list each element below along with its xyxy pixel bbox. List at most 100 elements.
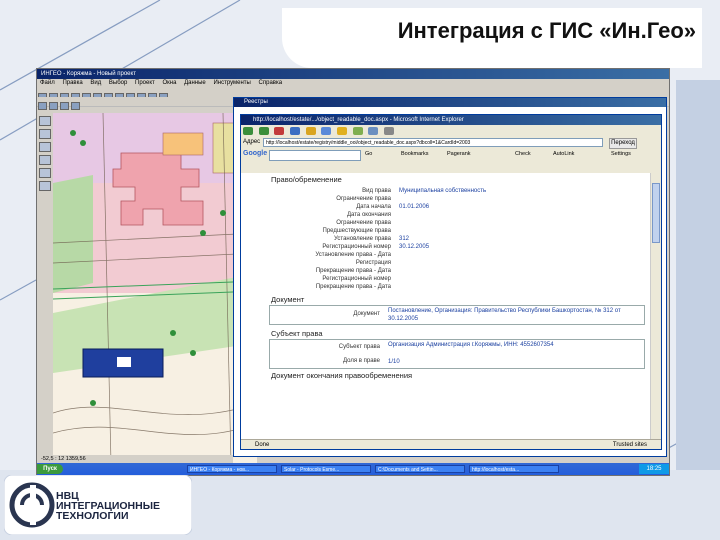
- home-icon[interactable]: [305, 127, 316, 135]
- table-row: Установление права 312: [269, 235, 639, 243]
- map-view[interactable]: [53, 113, 257, 463]
- end-section-title: Документ окончания правообременения: [271, 371, 413, 380]
- menu-item[interactable]: Справка: [259, 80, 283, 86]
- taskbar-clock: 18:25: [639, 464, 669, 474]
- stop-icon[interactable]: [274, 127, 285, 135]
- menu-item[interactable]: Файл: [40, 80, 55, 86]
- google-go-button[interactable]: Go: [365, 151, 372, 157]
- browser-title: http://localhost/estate/.../object_reada…: [241, 115, 661, 125]
- table-row: Дата окончания: [269, 211, 639, 219]
- status-zone: Trusted sites: [612, 442, 647, 448]
- forward-icon[interactable]: [258, 127, 269, 135]
- content-scrollbar[interactable]: [650, 173, 661, 439]
- field-label: Ограничение права: [336, 220, 391, 226]
- gis-window-title: ИНГЕО - Коряжма - Новый проект: [37, 69, 669, 79]
- field-label: Вид права: [362, 188, 391, 194]
- share-value: 1/10: [388, 359, 400, 365]
- google-bookmarks[interactable]: Bookmarks: [401, 151, 429, 157]
- browser-window: http://localhost/estate/.../object_reada…: [240, 114, 662, 450]
- start-button[interactable]: Пуск: [37, 464, 63, 474]
- google-check[interactable]: Check: [515, 151, 531, 157]
- status-text: Done: [255, 442, 270, 448]
- scrollbar-thumb[interactable]: [652, 183, 660, 243]
- document-section-title: Документ: [271, 295, 305, 304]
- document-label: Документ: [353, 311, 380, 317]
- zoom-icon[interactable]: [39, 142, 51, 152]
- field-label: Прекращение права - Дата: [315, 268, 391, 274]
- google-search-input[interactable]: [269, 150, 361, 161]
- document-content: Право/обременение Вид права Муниципальная…: [241, 173, 651, 439]
- field-label: Установление права - Дата: [315, 252, 391, 258]
- history-icon[interactable]: [352, 127, 363, 135]
- mail-icon[interactable]: [368, 127, 379, 135]
- google-settings[interactable]: Settings: [611, 151, 631, 157]
- table-row: Установление права - Дата: [269, 251, 639, 259]
- print-icon[interactable]: [384, 127, 395, 135]
- edit-icon[interactable]: [49, 102, 58, 110]
- map-tool-palette: [37, 113, 54, 463]
- company-name-line3: ТЕХНОЛОГИИ: [56, 510, 129, 522]
- field-label: Регистрация: [355, 260, 391, 266]
- polygon-icon[interactable]: [39, 155, 51, 165]
- table-row: Ограничение права: [269, 195, 639, 203]
- favorites-icon[interactable]: [337, 127, 348, 135]
- table-row: Вид права Муниципальная собственность: [269, 187, 639, 195]
- search-icon[interactable]: [321, 127, 332, 135]
- field-value: 01.01.2006: [399, 204, 430, 210]
- field-label: Прекращение права - Дата: [315, 284, 391, 290]
- share-label: Доля в праве: [343, 358, 380, 364]
- back-icon[interactable]: [243, 127, 253, 135]
- menu-item[interactable]: Правка: [62, 80, 82, 86]
- arrow-icon[interactable]: [39, 116, 51, 126]
- subject-box: Субъект права Организация Администрация …: [269, 339, 645, 369]
- point-icon[interactable]: [39, 181, 51, 191]
- taskbar: Пуск ИНГЕО - Коряжма - нов... Solar - Pr…: [37, 463, 669, 475]
- measure-icon[interactable]: [60, 102, 69, 110]
- document-value: Постановление, Организация: Правительств…: [388, 308, 621, 322]
- field-value: 30.12.2005: [399, 244, 430, 250]
- taskbar-button[interactable]: C:\Documents and Settin...: [375, 465, 465, 473]
- field-label: Регистрационный номер: [322, 276, 391, 282]
- taskbar-button[interactable]: Solar - Protocols Esme...: [281, 465, 371, 473]
- field-label: Регистрационный номер: [322, 244, 391, 250]
- google-logo: Google: [243, 150, 268, 157]
- subject-value: Организация Администрация г.Коряжмы, ИНН…: [388, 342, 554, 348]
- address-label: Адрес: [243, 139, 261, 145]
- table-row: Регистрационный номер: [269, 275, 639, 283]
- map-status-bar: -52,5 : 12 1359,56: [37, 455, 233, 463]
- refresh-icon[interactable]: [290, 127, 301, 135]
- map-canvas: [53, 113, 257, 463]
- taskbar-button[interactable]: http://localhost/esta...: [469, 465, 559, 473]
- select-icon[interactable]: [38, 102, 47, 110]
- table-row: Дата начала 01.01.2006: [269, 203, 639, 211]
- menu-item[interactable]: Окна: [162, 80, 176, 86]
- table-row: Регистрационный номер 30.12.2005: [269, 243, 639, 251]
- google-pagerank[interactable]: Pagerank: [447, 151, 471, 157]
- info-icon[interactable]: [71, 102, 80, 110]
- menu-item[interactable]: Вид: [90, 80, 101, 86]
- registry-window: Реестры http://localhost/estate/.../obje…: [233, 97, 667, 457]
- line-icon[interactable]: [39, 168, 51, 178]
- field-value: Муниципальная собственность: [399, 188, 487, 194]
- subject-label: Субъект права: [338, 344, 380, 350]
- menu-item[interactable]: Выбор: [109, 80, 127, 86]
- field-label: Ограничение права: [336, 196, 391, 202]
- gis-screenshot: ИНГЕО - Коряжма - Новый проект Файл Прав…: [36, 68, 670, 476]
- table-row: Ограничение права: [269, 219, 639, 227]
- menu-item[interactable]: Данные: [184, 80, 206, 86]
- menu-item[interactable]: Проект: [135, 80, 155, 86]
- hand-icon[interactable]: [39, 129, 51, 139]
- field-label: Дата окончания: [346, 212, 391, 218]
- google-autolink[interactable]: AutoLink: [553, 151, 574, 157]
- registry-window-title: Реестры: [234, 98, 666, 107]
- gis-menubar: Файл Правка Вид Выбор Проект Окна Данные…: [37, 79, 669, 88]
- taskbar-button[interactable]: ИНГЕО - Коряжма - нов...: [187, 465, 277, 473]
- table-row: Предшествующие права: [269, 227, 639, 235]
- browser-status-bar: Done Trusted sites: [241, 439, 661, 449]
- go-button[interactable]: Переход: [609, 138, 637, 149]
- address-input[interactable]: http://localhost/estate/registry/middle_…: [263, 138, 603, 147]
- subject-section-title: Субъект права: [271, 329, 323, 338]
- company-name: НВЦ ИНТЕГРАЦИОННЫЕ ТЕХНОЛОГИИ: [56, 491, 160, 522]
- field-label: Установление права: [333, 236, 391, 242]
- menu-item[interactable]: Инструменты: [213, 80, 250, 86]
